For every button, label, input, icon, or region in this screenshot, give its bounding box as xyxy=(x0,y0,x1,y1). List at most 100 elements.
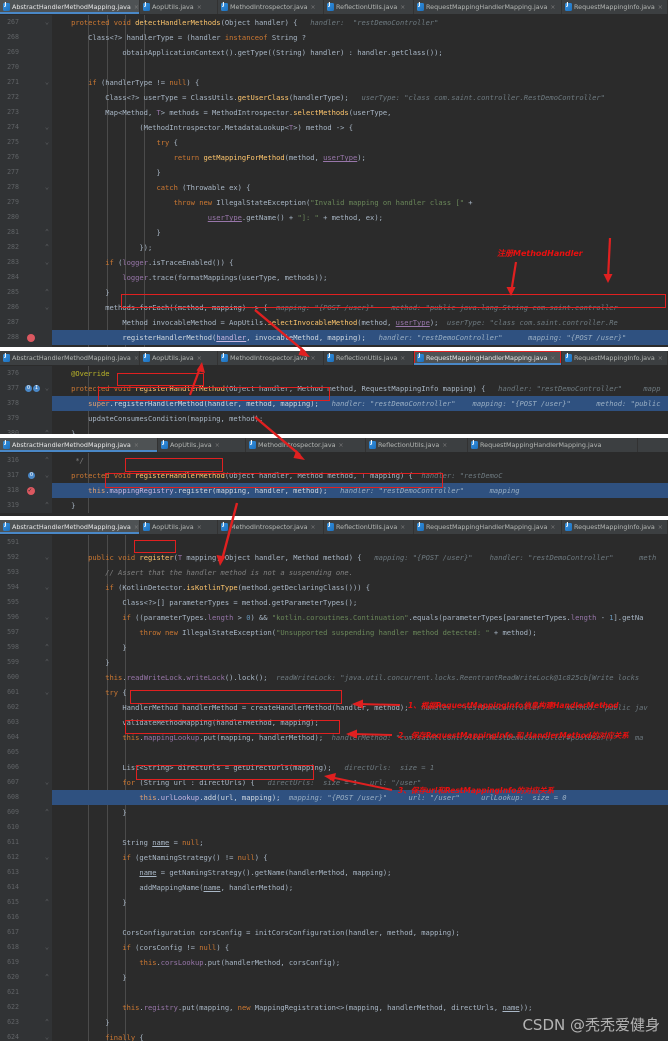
fold-handle[interactable]: ⌃ xyxy=(42,1015,52,1030)
close-icon[interactable]: × xyxy=(339,442,344,449)
close-icon[interactable]: × xyxy=(134,442,139,449)
fold-handle[interactable]: ⌄ xyxy=(42,135,52,150)
close-icon[interactable]: × xyxy=(550,355,555,362)
tab-methodintrospector[interactable]: MethodIntrospector.java × xyxy=(218,0,324,14)
tab-bar-4[interactable]: AbstractHandlerMethodMapping.java × AopU… xyxy=(0,520,668,535)
code-fold-gutter-4[interactable]: ⌄ ⌄ ⌄ ⌃ ⌃ ⌄ ⌄ ⌃ ⌄ ⌃ ⌄ ⌃ ⌃ ⌄ xyxy=(42,535,52,1041)
code-area-1[interactable]: 267 268 269 270 271 272 273 274 275 276 … xyxy=(0,15,668,347)
fold-handle[interactable]: ⌃ xyxy=(42,655,52,670)
fold-handle[interactable]: ⌃ xyxy=(42,240,52,255)
close-icon[interactable]: × xyxy=(400,524,405,531)
close-icon[interactable]: × xyxy=(311,355,316,362)
close-icon[interactable]: × xyxy=(550,4,555,11)
code-fold-gutter-1[interactable]: ⌄ ⌄ ⌄ ⌄ ⌄ ⌃ ⌃ ⌄ ⌃ ⌄ ⌃ ⌃ ⌃ xyxy=(42,15,52,347)
close-icon[interactable]: × xyxy=(215,442,220,449)
code-area-3[interactable]: 316 317 318 319 O ⌃ ⌄ ⌃ */ protected voi… xyxy=(0,453,668,513)
fold-handle[interactable]: ⌄ xyxy=(42,550,52,565)
fold-handle[interactable]: ⌄ xyxy=(42,775,52,790)
close-icon[interactable]: × xyxy=(550,524,555,531)
fold-handle[interactable]: ⌃ xyxy=(42,805,52,820)
fold-handle[interactable]: ⌄ xyxy=(42,300,52,315)
fold-handle[interactable]: ⌄ xyxy=(42,685,52,700)
tab-aoputils[interactable]: AopUtils.java × xyxy=(140,0,218,14)
tab-methodintrospector[interactable]: MethodIntrospector.java × xyxy=(218,520,324,534)
fold-handle[interactable]: ⌃ xyxy=(42,225,52,240)
close-icon[interactable]: × xyxy=(311,4,316,11)
code-area-2[interactable]: 376 377 378 379 380 O I ⌄ ⌃ @Override pr… xyxy=(0,366,668,434)
implementation-marker-icon[interactable]: I xyxy=(33,385,40,392)
fold-handle[interactable]: ⌄ xyxy=(42,120,52,135)
close-icon[interactable]: × xyxy=(400,4,405,11)
tab-abstracthandlermethodmapping[interactable]: AbstractHandlerMethodMapping.java × xyxy=(0,0,140,14)
tab-aoputils[interactable]: AopUtils.java × xyxy=(140,520,218,534)
tab-bar-1[interactable]: AbstractHandlerMethodMapping.java × AopU… xyxy=(0,0,668,15)
code-text-2[interactable]: @Override protected void registerHandler… xyxy=(52,366,668,434)
fold-handle[interactable]: ⌄ xyxy=(42,850,52,865)
tab-reflectionutils[interactable]: ReflectionUtils.java × xyxy=(324,0,414,14)
tab-requestmappinghandlermapping[interactable]: RequestMappingHandlerMapping.java xyxy=(468,438,638,452)
close-icon[interactable]: × xyxy=(658,524,663,531)
fold-handle[interactable]: ⌃ xyxy=(42,453,52,468)
close-icon[interactable]: × xyxy=(197,4,202,11)
tab-requestmappinginfo[interactable]: RequestMappingInfo.java × xyxy=(562,0,668,14)
tab-bar-3[interactable]: AbstractHandlerMethodMapping.java × AopU… xyxy=(0,438,668,453)
fold-handle[interactable]: ⌄ xyxy=(42,940,52,955)
close-icon[interactable]: × xyxy=(442,442,447,449)
tab-requestmappinghandlermapping[interactable]: RequestMappingHandlerMapping.java × xyxy=(414,351,562,365)
close-icon[interactable]: × xyxy=(134,355,139,362)
code-text-1[interactable]: protected void detectHandlerMethods(Obje… xyxy=(52,15,668,347)
tab-abstracthandlermethodmapping[interactable]: AbstractHandlerMethodMapping.java × xyxy=(0,438,158,452)
breakpoint-icon[interactable] xyxy=(27,333,35,342)
code-text-3[interactable]: */ protected void registerHandlerMethod(… xyxy=(52,453,668,513)
tab-abstracthandlermethodmapping[interactable]: AbstractHandlerMethodMapping.java × xyxy=(0,351,140,365)
tab-aoputils[interactable]: AopUtils.java × xyxy=(140,351,218,365)
fold-handle[interactable]: ⌄ xyxy=(42,468,52,483)
fold-handle[interactable]: ⌃ xyxy=(42,640,52,655)
close-icon[interactable]: × xyxy=(134,4,139,11)
tab-requestmappinginfo[interactable]: RequestMappingInfo.java × xyxy=(562,351,668,365)
tab-reflectionutils[interactable]: ReflectionUtils.java × xyxy=(324,520,414,534)
tab-abstracthandlermethodmapping[interactable]: AbstractHandlerMethodMapping.java × xyxy=(0,520,140,534)
close-icon[interactable]: × xyxy=(134,524,139,531)
fold-handle[interactable]: ⌄ xyxy=(42,580,52,595)
fold-handle[interactable]: ⌄ xyxy=(42,610,52,625)
tab-aoputils[interactable]: AopUtils.java × xyxy=(158,438,246,452)
tab-methodintrospector[interactable]: MethodIntrospector.java × xyxy=(218,351,324,365)
gutter-icons-3[interactable]: O xyxy=(22,453,42,513)
code-area-4[interactable]: 591 592 593 594 595 596 597 598 599 600 … xyxy=(0,535,668,1041)
fold-handle[interactable]: ⌄ xyxy=(42,15,52,30)
fold-handle[interactable]: ⌃ xyxy=(42,426,52,434)
tab-methodintrospector[interactable]: MethodIntrospector.java × xyxy=(246,438,366,452)
close-icon[interactable]: × xyxy=(400,355,405,362)
tab-requestmappinghandlermapping[interactable]: RequestMappingHandlerMapping.java × xyxy=(414,0,562,14)
close-icon[interactable]: × xyxy=(197,355,202,362)
code-text-4[interactable]: public void register(T mapping, Object h… xyxy=(52,535,668,1041)
close-icon[interactable]: × xyxy=(658,355,663,362)
overridden-marker-icon[interactable]: O xyxy=(28,472,35,479)
fold-handle[interactable]: ⌃ xyxy=(42,345,52,347)
tab-requestmappinghandlermapping[interactable]: RequestMappingHandlerMapping.java × xyxy=(414,520,562,534)
fold-handle[interactable]: ⌃ xyxy=(42,285,52,300)
tab-reflectionutils[interactable]: ReflectionUtils.java × xyxy=(366,438,468,452)
tab-bar-2[interactable]: AbstractHandlerMethodMapping.java × AopU… xyxy=(0,351,668,366)
close-icon[interactable]: × xyxy=(197,524,202,531)
fold-handle[interactable]: ⌄ xyxy=(42,381,52,396)
breakpoint-gutter-4[interactable] xyxy=(22,535,42,1041)
fold-handle[interactable]: ⌃ xyxy=(42,970,52,985)
override-marker-icon[interactable]: O xyxy=(25,385,32,392)
tab-reflectionutils[interactable]: ReflectionUtils.java × xyxy=(324,351,414,365)
fold-handle[interactable]: ⌄ xyxy=(42,255,52,270)
fold-handle[interactable]: ⌃ xyxy=(42,498,52,513)
fold-handle[interactable]: ⌄ xyxy=(42,75,52,90)
gutter-icons-2[interactable]: O I xyxy=(22,366,42,434)
fold-handle[interactable]: ⌄ xyxy=(42,180,52,195)
close-icon[interactable]: × xyxy=(658,4,663,11)
fold-handle[interactable]: ⌄ xyxy=(42,1030,52,1041)
breakpoint-gutter-1[interactable] xyxy=(22,15,42,347)
close-icon[interactable]: × xyxy=(311,524,316,531)
code-fold-gutter-2[interactable]: ⌄ ⌃ xyxy=(42,366,52,434)
breakpoint-verified-icon[interactable] xyxy=(27,483,35,498)
fold-handle[interactable]: ⌃ xyxy=(42,895,52,910)
code-fold-gutter-3[interactable]: ⌃ ⌄ ⌃ xyxy=(42,453,52,513)
tab-requestmappinginfo[interactable]: RequestMappingInfo.java × xyxy=(562,520,668,534)
